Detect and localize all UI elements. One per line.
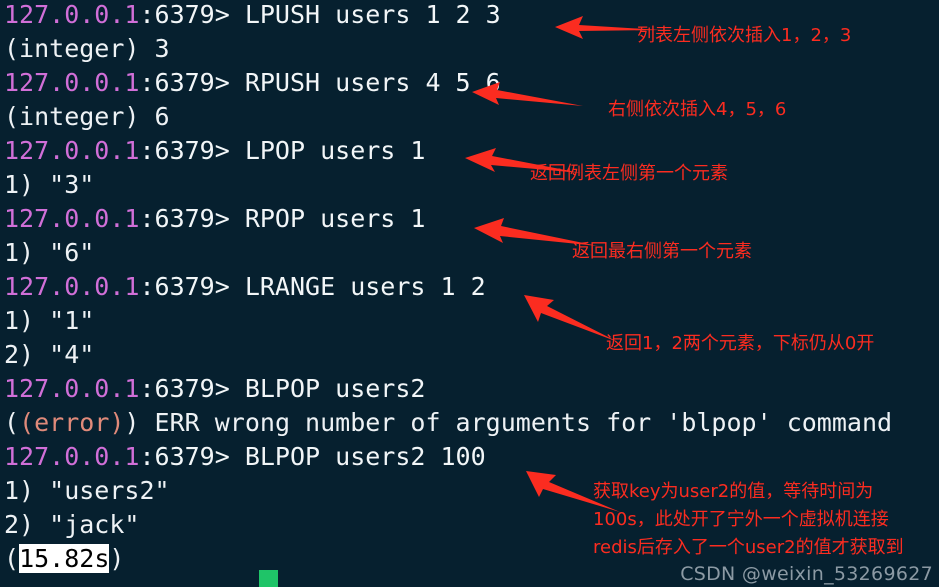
timing-close-paren: ) [109, 544, 125, 573]
output-text: 2) "4" [4, 340, 95, 369]
terminal-line: 1) "users2" [4, 474, 170, 508]
output-text: 1) "1" [4, 306, 95, 335]
terminal-line: 1) "1" [4, 304, 94, 338]
output-text: 2) "jack" [4, 510, 140, 539]
terminal-line: 127.0.0.1:6379> BLPOP users2 100 [4, 440, 486, 474]
output-text: (integer) 6 [4, 102, 170, 131]
terminal-line: 127.0.0.1:6379> LPOP users 1 [4, 134, 425, 168]
output-text: 1) "6" [4, 238, 95, 267]
command-text: LPOP users 1 [229, 136, 426, 165]
annotation-blpop-line2: 100s，此处开了宁外一个虚拟机连接 [593, 509, 889, 530]
annotation-rpush: 右侧依次插入4，5，6 [608, 99, 787, 120]
prompt-host: 127.0.0.1 [4, 374, 140, 403]
prompt-port: :6379> [139, 68, 230, 97]
output-text: 1) "3" [4, 170, 95, 199]
annotation-lrange: 返回1，2两个元素，下标仍从0开 [606, 333, 875, 354]
terminal-line: 2) "4" [4, 338, 94, 372]
terminal-line: (integer) 6 [4, 100, 170, 134]
timing-value-selected[interactable]: 15.82s [19, 544, 110, 573]
prompt-host: 127.0.0.1 [4, 442, 140, 471]
annotation-blpop-line3: redis后存入了一个user2的值才获取到 [593, 537, 904, 558]
error-message: ERR wrong number of arguments for 'blpop… [139, 408, 893, 437]
prompt-port: :6379> [139, 442, 230, 471]
prompt-host: 127.0.0.1 [4, 272, 140, 301]
terminal-line: 127.0.0.1:6379> BLPOP users2 [4, 372, 425, 406]
error-tag: (error) [19, 408, 125, 437]
redis-cli-terminal-screenshot: 127.0.0.1:6379> LPUSH users 1 2 3 (integ… [0, 0, 939, 587]
command-text: LRANGE users 1 2 [229, 272, 486, 301]
output-text: 1) "users2" [4, 476, 170, 505]
annotation-blpop-line1: 获取key为user2的值，等待时间为 [593, 481, 874, 502]
prompt-port: :6379> [139, 204, 230, 233]
command-text: LPUSH users 1 2 3 [229, 0, 501, 29]
annotation-lpop: 返回例表左侧第一个元素 [530, 163, 728, 184]
prompt-port: :6379> [139, 272, 230, 301]
prompt-port: :6379> [139, 374, 230, 403]
prompt-host: 127.0.0.1 [4, 136, 140, 165]
terminal-line: (integer) 3 [4, 32, 170, 66]
prompt-port: :6379> [139, 136, 230, 165]
command-text: BLPOP users2 [229, 374, 426, 403]
terminal-line: 127.0.0.1:6379> RPOP users 1 [4, 202, 425, 236]
command-text: RPUSH users 4 5 6 [229, 68, 501, 97]
timing-open-paren: ( [4, 544, 20, 573]
terminal-cursor [259, 570, 278, 587]
csdn-watermark: CSDN @weixin_53269627 [680, 563, 933, 585]
prompt-host: 127.0.0.1 [4, 68, 140, 97]
error-close-paren: ) [124, 408, 140, 437]
terminal-line: 2) "jack" [4, 508, 139, 542]
terminal-line: 127.0.0.1:6379> RPUSH users 4 5 6 [4, 66, 501, 100]
prompt-host: 127.0.0.1 [4, 204, 140, 233]
terminal-line-error: ((error)) ERR wrong number of arguments … [4, 406, 892, 440]
prompt-host: 127.0.0.1 [4, 0, 140, 29]
annotation-rpop: 返回最右侧第一个元素 [572, 241, 752, 262]
terminal-line: 127.0.0.1:6379> LPUSH users 1 2 3 [4, 0, 501, 32]
terminal-line-timing: (15.82s) [4, 542, 124, 576]
annotation-lpush: 列表左侧依次插入1，2，3 [637, 25, 852, 46]
command-text: BLPOP users2 100 [229, 442, 486, 471]
terminal-line: 127.0.0.1:6379> LRANGE users 1 2 [4, 270, 486, 304]
error-open-paren: ( [4, 408, 20, 437]
prompt-port: :6379> [139, 0, 230, 29]
output-text: (integer) 3 [4, 34, 170, 63]
terminal-line: 1) "6" [4, 236, 94, 270]
terminal-line: 1) "3" [4, 168, 94, 202]
command-text: RPOP users 1 [229, 204, 426, 233]
